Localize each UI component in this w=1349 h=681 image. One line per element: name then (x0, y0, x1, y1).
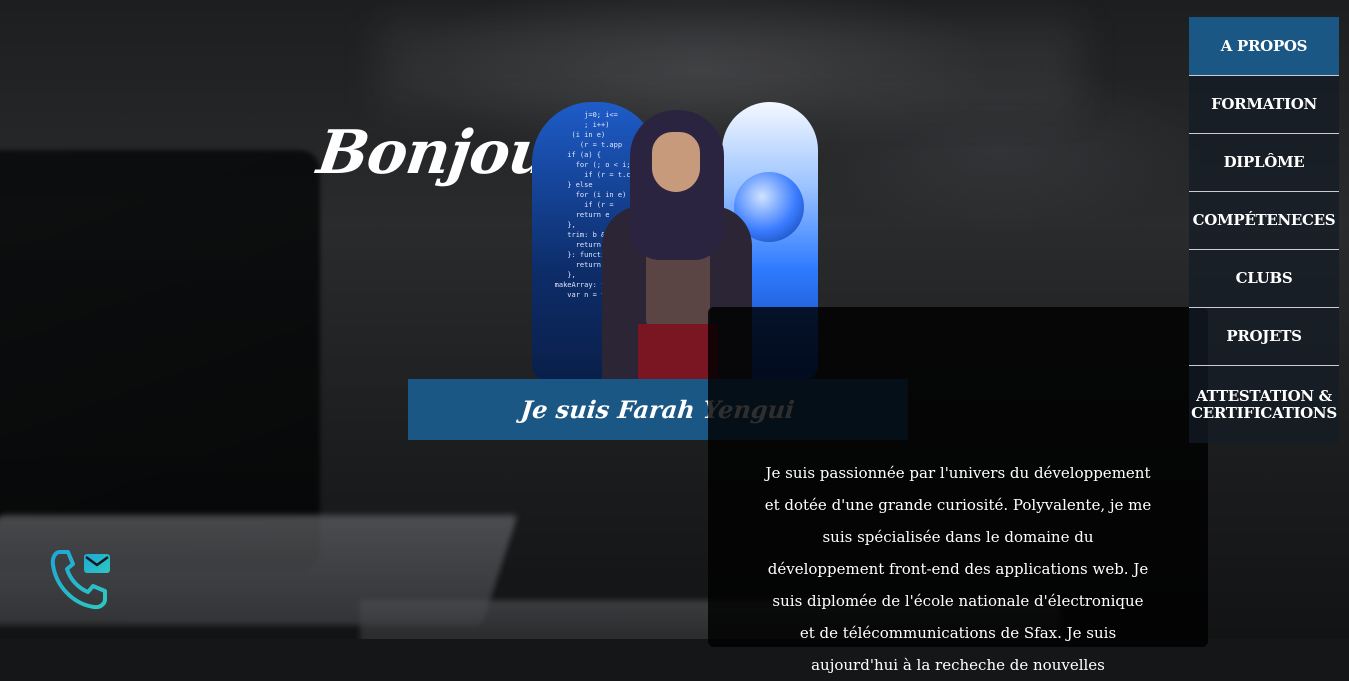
nav-item-diplome[interactable]: DIPLÔME (1189, 134, 1339, 192)
side-navigation: A PROPOS FORMATION DIPLÔME COMPÉTENECES … (1189, 17, 1339, 443)
phone-mail-icon[interactable] (48, 546, 116, 614)
nav-item-clubs[interactable]: CLUBS (1189, 250, 1339, 308)
about-text: Je suis passionnée par l'univers du déve… (764, 464, 1152, 674)
nav-item-attestation-label: ATTESTATION & CERTIFICATIONS (1191, 386, 1337, 422)
nav-item-attestation-certifications[interactable]: ATTESTATION & CERTIFICATIONS (1189, 366, 1339, 443)
nav-item-a-propos[interactable]: A PROPOS (1189, 17, 1339, 76)
about-card: Je suis passionnée par l'univers du déve… (708, 307, 1208, 674)
nav-item-projets[interactable]: PROJETS (1189, 308, 1339, 366)
nav-item-competences[interactable]: COMPÉTENECES (1189, 192, 1339, 250)
background-blur-light (380, 20, 1080, 110)
laptop-screen-silhouette (0, 150, 320, 570)
phone-mail-icon-graphic (50, 550, 110, 610)
nav-item-formation[interactable]: FORMATION (1189, 76, 1339, 134)
